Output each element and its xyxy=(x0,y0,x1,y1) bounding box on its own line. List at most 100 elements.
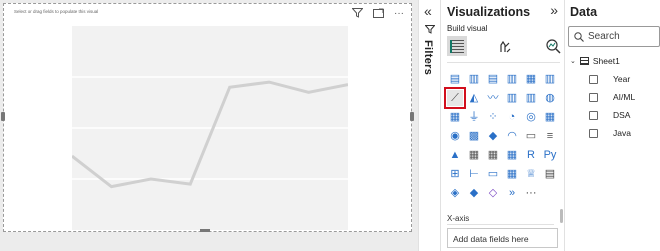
table-name: Sheet1 xyxy=(592,56,620,66)
field-checkbox[interactable] xyxy=(589,74,598,84)
table-sheet1[interactable]: ⌄ Sheet1 xyxy=(570,56,620,66)
visual-type-icon[interactable]: ♕ xyxy=(523,166,539,182)
visual-type-icon[interactable]: ◆ xyxy=(485,128,501,144)
visual-type-icon[interactable]: ▤ xyxy=(542,166,558,182)
visual-type-icon[interactable]: » xyxy=(504,185,520,201)
search-placeholder: Search xyxy=(588,31,620,42)
scrollbar[interactable] xyxy=(560,209,563,223)
visual-type-row: ▲ ▦ ▦ ▦ R Py xyxy=(447,147,560,163)
visual-type-icon[interactable]: ▦ xyxy=(485,147,501,163)
visual-type-icon[interactable]: ▦ xyxy=(504,147,520,163)
field-label: DSA xyxy=(613,110,631,120)
visual-toolbar: ··· xyxy=(351,8,405,19)
field-label: Java xyxy=(613,128,631,138)
analytics-icon[interactable] xyxy=(543,36,563,56)
field-item[interactable]: DSA xyxy=(589,106,635,124)
visual-type-gallery: ▤ ▥ ▤ ▥ ▦ ▥ ⟋ ◭ 〰 ▥ ▥ ◍ ▦ ⏚ ⁘ ◔ ◎ ▦ ◉ ▩ ◆ ◠ ▭ ≡ ▲ ▦ ▦ ▦ R Py ⊞ ⊢ ▭ ▦ ♕ ▤ ◈ ◆ ◇… xyxy=(444,71,560,204)
focus-mode-icon[interactable] xyxy=(372,8,384,18)
visual-type-icon[interactable]: ▩ xyxy=(466,128,482,144)
visual-type-icon[interactable]: ⁘ xyxy=(485,109,501,125)
visual-type-icon[interactable]: ▥ xyxy=(523,90,539,106)
field-checkbox[interactable] xyxy=(589,110,598,120)
x-axis-well-label: X-axis xyxy=(447,214,470,223)
visual-type-icon[interactable]: ◎ xyxy=(523,109,539,125)
build-visual-icon[interactable] xyxy=(447,36,467,56)
visual-type-icon[interactable]: ▭ xyxy=(523,128,539,144)
divider xyxy=(447,62,560,63)
field-item[interactable]: Java xyxy=(589,124,635,142)
visual-type-row: ◉ ▩ ◆ ◠ ▭ ≡ xyxy=(447,128,560,144)
filters-pane-collapsed[interactable]: « Filters xyxy=(418,0,441,251)
visual-type-icon[interactable]: ◭ xyxy=(466,90,482,106)
field-checkbox[interactable] xyxy=(589,128,598,138)
visual-type-icon[interactable]: ⊢ xyxy=(466,166,482,182)
field-item[interactable]: Year xyxy=(589,70,635,88)
line-chart-visual[interactable]: Select or drag fields to populate this v… xyxy=(3,3,412,232)
filter-icon xyxy=(424,25,436,37)
field-item[interactable]: AI/ML xyxy=(589,88,635,106)
field-checkbox[interactable] xyxy=(589,92,598,102)
double-chevron-right-icon[interactable]: » xyxy=(550,2,558,18)
visual-type-icon[interactable]: ▥ xyxy=(504,71,520,87)
visual-type-icon[interactable]: ▥ xyxy=(542,71,558,87)
visual-type-icon[interactable]: ◆ xyxy=(466,185,482,201)
divider xyxy=(447,224,554,225)
power-bi-report-editor: Select or drag fields to populate this v… xyxy=(0,0,660,251)
visual-type-icon[interactable]: ◠ xyxy=(504,128,520,144)
visual-type-icon[interactable]: ▦ xyxy=(447,109,463,125)
resize-handle-bottom[interactable] xyxy=(200,229,210,232)
x-axis-drop-zone[interactable]: Add data fields here xyxy=(447,228,558,248)
visual-type-icon[interactable]: ··· xyxy=(523,185,539,201)
format-visual-icon[interactable] xyxy=(495,36,515,56)
search-icon xyxy=(574,31,584,42)
data-pane: Data Search ⌄ Sheet1 Year AI/ML DSA Java xyxy=(565,0,660,251)
resize-handle-right[interactable] xyxy=(410,112,414,121)
visual-type-row: ▦ ⏚ ⁘ ◔ ◎ ▦ xyxy=(447,109,560,125)
visual-type-icon[interactable]: ◉ xyxy=(447,128,463,144)
report-canvas[interactable]: Select or drag fields to populate this v… xyxy=(0,0,418,251)
visual-type-icon[interactable]: 〰 xyxy=(485,90,501,106)
visual-type-icon[interactable]: ▦ xyxy=(542,109,558,125)
resize-handle-left[interactable] xyxy=(1,112,5,121)
search-input[interactable]: Search xyxy=(568,26,660,47)
double-chevron-left-icon[interactable]: « xyxy=(424,3,432,19)
visual-type-icon[interactable]: ◈ xyxy=(447,185,463,201)
filters-label[interactable]: Filters xyxy=(422,40,434,75)
filter-icon[interactable] xyxy=(351,8,363,18)
build-visual-label: Build visual xyxy=(447,24,488,33)
visual-type-icon[interactable]: ◇ xyxy=(485,185,501,201)
visual-type-row: ◈ ◆ ◇» ··· xyxy=(447,185,560,201)
visual-type-icon[interactable]: ▦ xyxy=(466,147,482,163)
visual-type-icon[interactable]: ⏚ xyxy=(466,109,482,125)
visual-type-icon[interactable]: ▤ xyxy=(485,71,501,87)
visual-type-icon[interactable]: ▦ xyxy=(504,166,520,182)
visual-type-icon[interactable]: ◍ xyxy=(542,90,558,106)
more-options-icon[interactable]: ··· xyxy=(393,8,405,19)
visual-type-row: ⊞ ⊢ ▭ ▦ ♕ ▤ xyxy=(447,166,560,182)
chevron-down-icon[interactable]: ⌄ xyxy=(570,57,576,65)
field-list: Year AI/ML DSA Java xyxy=(589,70,635,142)
visual-type-icon[interactable]: ▲ xyxy=(447,147,463,163)
line-chart-svg xyxy=(71,76,349,189)
visual-type-icon[interactable]: R xyxy=(523,147,539,163)
table-icon xyxy=(579,57,589,65)
visual-type-row: ⟋ ◭ 〰 ▥ ▥ ◍ xyxy=(444,87,560,109)
visual-type-icon[interactable]: ▭ xyxy=(485,166,501,182)
visual-type-icon[interactable]: ≡ xyxy=(542,128,558,144)
visual-type-icon[interactable]: ⊞ xyxy=(447,166,463,182)
field-label: AI/ML xyxy=(613,92,636,102)
visual-type-icon[interactable]: ▤ xyxy=(447,71,463,87)
visual-type-icon[interactable]: Py xyxy=(542,147,558,163)
visual-type-icon[interactable]: ◔ xyxy=(504,109,520,125)
visual-type-icon[interactable]: ▦ xyxy=(523,71,539,87)
visual-type-row: ▤ ▥ ▤ ▥ ▦ ▥ xyxy=(447,71,560,87)
series-line xyxy=(71,80,349,189)
visual-hint-text: Select or drag fields to populate this v… xyxy=(14,9,99,14)
field-label: Year xyxy=(613,74,631,84)
line-chart-type-icon[interactable]: ⟋ xyxy=(444,87,466,109)
visual-type-icon[interactable]: ▥ xyxy=(504,90,520,106)
visual-type-icon[interactable]: ▥ xyxy=(466,71,482,87)
visualizations-title: Visualizations xyxy=(447,5,531,19)
data-title: Data xyxy=(570,5,598,19)
plot-area xyxy=(71,26,349,230)
